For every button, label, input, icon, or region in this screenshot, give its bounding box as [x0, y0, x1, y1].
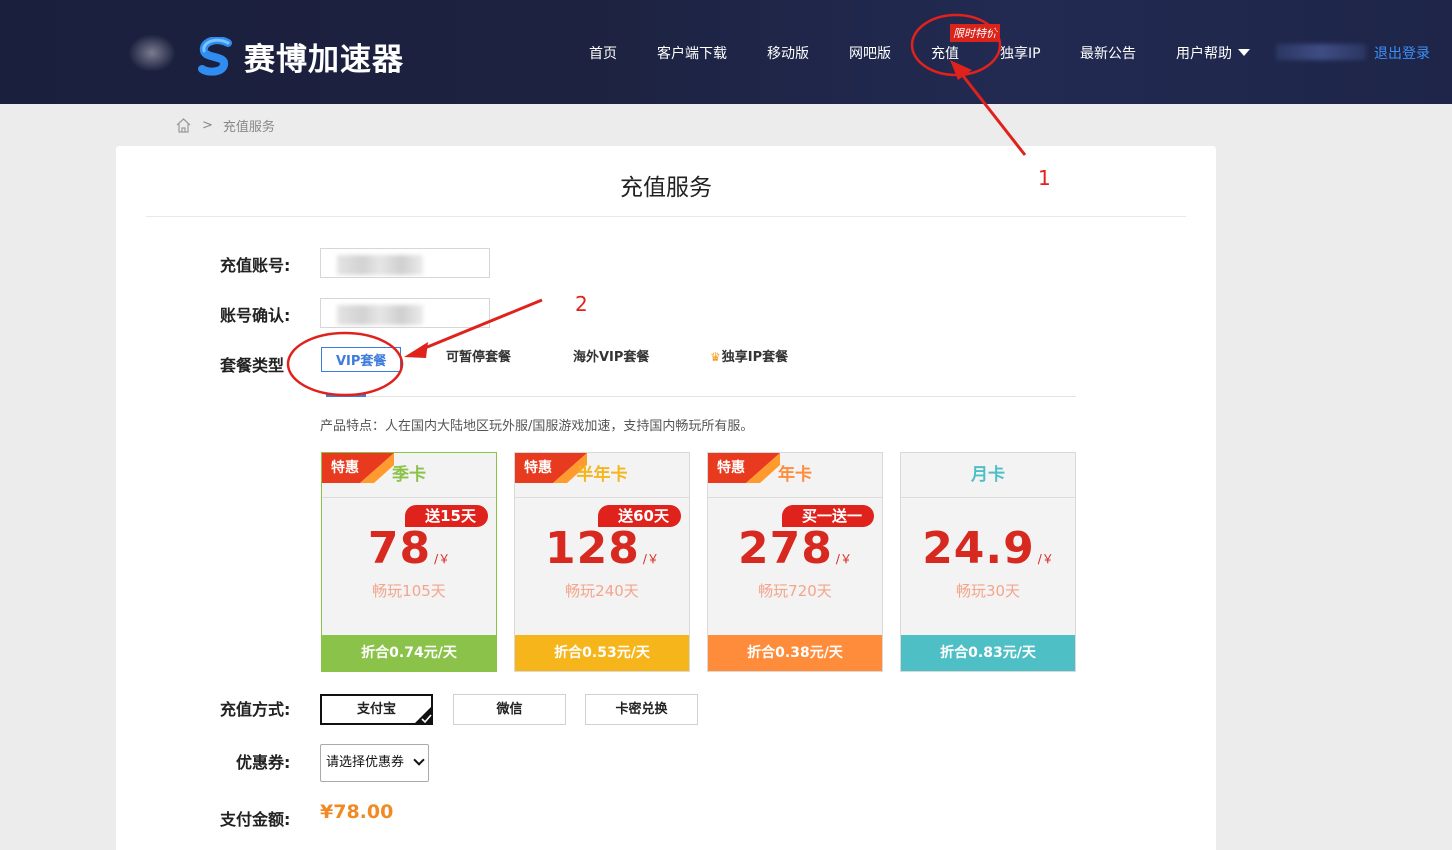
tabs-divider [326, 396, 1076, 397]
account-label: 充值账号: [220, 256, 291, 275]
plan-price-wrap: 24.9/￥ [901, 523, 1075, 574]
nav-netcafe[interactable]: 网吧版 [849, 43, 891, 63]
product-feature-text: 产品特点：人在国内大陆地区玩外服/国服游戏加速，支持国内畅玩所有服。 [320, 419, 754, 434]
selected-check-icon [413, 705, 433, 725]
tab-vip[interactable]: VIP套餐 [321, 347, 402, 372]
active-tab-underline [326, 394, 366, 397]
coupon-label: 优惠券: [236, 753, 291, 772]
price-unit: /￥ [642, 552, 659, 566]
amount-label: 支付金额: [220, 810, 291, 829]
plan-card[interactable]: 月卡 24.9/￥ 畅玩30天折合0.83元/天 [900, 452, 1076, 672]
breadcrumb-current: 充值服务 [222, 120, 275, 135]
nav-dedicated-ip[interactable]: 独享IP [1000, 43, 1041, 63]
blurred-confirm-value [337, 305, 423, 325]
plan-card[interactable]: 特惠 季卡 送15天 78/￥ 畅玩105天 折合0.74元/天 [321, 452, 497, 672]
plan-days: 畅玩240天 [565, 582, 639, 600]
plan-daily-cost: 折合0.38元/天 [708, 635, 882, 671]
plan-price-wrap: 278/￥ [708, 523, 882, 574]
brand-name: 赛博加速器 [244, 42, 404, 78]
logout-link[interactable]: 退出登录 [1374, 43, 1430, 63]
pay-method-label: 充值方式: [220, 700, 291, 719]
pay-card-code-button[interactable]: 卡密兑换 [585, 694, 698, 725]
home-icon[interactable] [175, 117, 192, 134]
page-title: 充值服务 [620, 175, 712, 201]
brand-logo[interactable]: 赛博加速器 [198, 34, 404, 79]
nav-recharge[interactable]: 充值 [931, 43, 959, 63]
plan-price: 128 [545, 523, 640, 574]
tab-overseas-vip[interactable]: 海外VIP套餐 [573, 346, 649, 365]
plan-price-wrap: 78/￥ [322, 523, 496, 574]
account-input[interactable] [320, 248, 490, 278]
plan-days: 畅玩105天 [372, 582, 446, 600]
price-unit: /￥ [835, 552, 852, 566]
chevron-down-icon [413, 754, 425, 766]
plan-price-wrap: 128/￥ [515, 523, 689, 574]
account-confirm-input[interactable] [320, 298, 490, 328]
plan-card[interactable]: 特惠 半年卡 送60天 128/￥ 畅玩240天 折合0.53元/天 [514, 452, 690, 672]
promo-badge: 限时特价 [950, 24, 1000, 42]
confirm-label: 账号确认: [220, 306, 291, 325]
plan-daily-cost: 折合0.83元/天 [901, 635, 1075, 671]
breadcrumb: > 充值服务 [175, 116, 275, 135]
nav-client-download[interactable]: 客户端下载 [657, 43, 727, 63]
plan-days: 畅玩30天 [955, 582, 1021, 600]
plan-price: 78 [367, 523, 432, 574]
nav-home[interactable]: 首页 [589, 43, 617, 63]
plan-title: 季卡 [392, 465, 426, 485]
nav-user-help[interactable]: 用户帮助 [1176, 43, 1250, 63]
annotation-number-2: 2 [575, 292, 588, 316]
nav-user-help-label: 用户帮助 [1176, 46, 1232, 62]
plan-title-divider [901, 497, 1075, 498]
plan-title: 月卡 [971, 465, 1005, 485]
tab-dedicated-ip-label: 独享IP套餐 [721, 350, 789, 365]
plan-price: 278 [738, 523, 833, 574]
plan-title: 半年卡 [576, 465, 628, 485]
caret-down-icon [1238, 49, 1250, 56]
price-unit: /￥ [434, 552, 451, 566]
tab-pausable[interactable]: 可暂停套餐 [446, 346, 511, 365]
tab-dedicated-ip[interactable]: ♛独享IP套餐 [710, 346, 788, 365]
breadcrumb-separator: > [202, 118, 213, 133]
blurred-account-value [337, 255, 423, 275]
logo-s-icon [198, 35, 236, 77]
annotation-number-1: 1 [1038, 166, 1051, 190]
nav-mobile[interactable]: 移动版 [767, 43, 809, 63]
blurred-avatar [128, 34, 176, 72]
pay-amount: ¥78.00 [320, 801, 394, 823]
title-divider [146, 216, 1186, 217]
coupon-select-value: 请选择优惠券 [326, 755, 405, 770]
recharge-card: 充值服务 充值账号: 账号确认: 套餐类型 VIP套餐 可暂停套餐 海外VIP套… [116, 146, 1216, 850]
plan-days: 畅玩720天 [758, 582, 832, 600]
pay-alipay-label: 支付宝 [356, 702, 396, 717]
plan-title-divider [515, 497, 689, 498]
plan-title-divider [322, 497, 496, 498]
plan-title: 年卡 [778, 465, 812, 485]
pay-wechat-button[interactable]: 微信 [453, 694, 566, 725]
coupon-select[interactable]: 请选择优惠券 [320, 744, 429, 782]
price-unit: /￥ [1037, 552, 1054, 566]
top-header: 赛博加速器 首页 客户端下载 移动版 网吧版 充值 独享IP 最新公告 用户帮助… [0, 0, 1452, 104]
plan-daily-cost: 折合0.74元/天 [322, 635, 496, 671]
blurred-username [1276, 44, 1366, 60]
plan-title-divider [708, 497, 882, 498]
plan-daily-cost: 折合0.53元/天 [515, 635, 689, 671]
plan-price: 24.9 [922, 523, 1035, 574]
nav-announcements[interactable]: 最新公告 [1080, 43, 1136, 63]
pay-alipay-button[interactable]: 支付宝 [320, 694, 433, 725]
plan-type-label: 套餐类型 [220, 356, 285, 375]
plan-card[interactable]: 特惠 年卡 买一送一 278/￥ 畅玩720天 折合0.38元/天 [707, 452, 883, 672]
crown-icon: ♛ [710, 350, 721, 364]
